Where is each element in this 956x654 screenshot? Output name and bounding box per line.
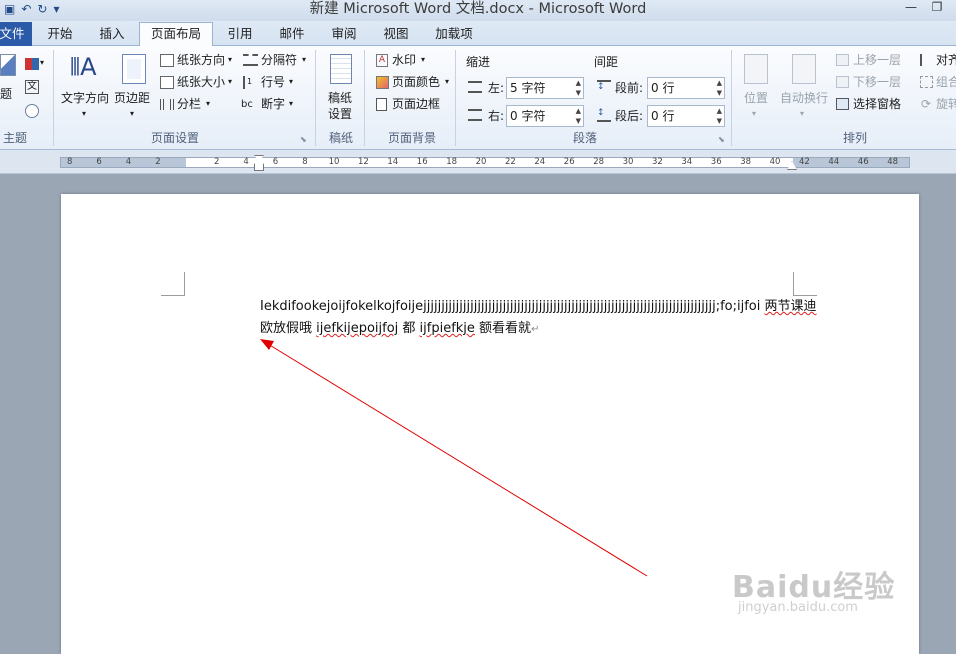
- arrow-line: [267, 343, 648, 577]
- annotation-arrow: [260, 339, 648, 577]
- baidu-url: jingyan.baidu.com: [738, 600, 858, 615]
- arrow-head: [260, 339, 274, 350]
